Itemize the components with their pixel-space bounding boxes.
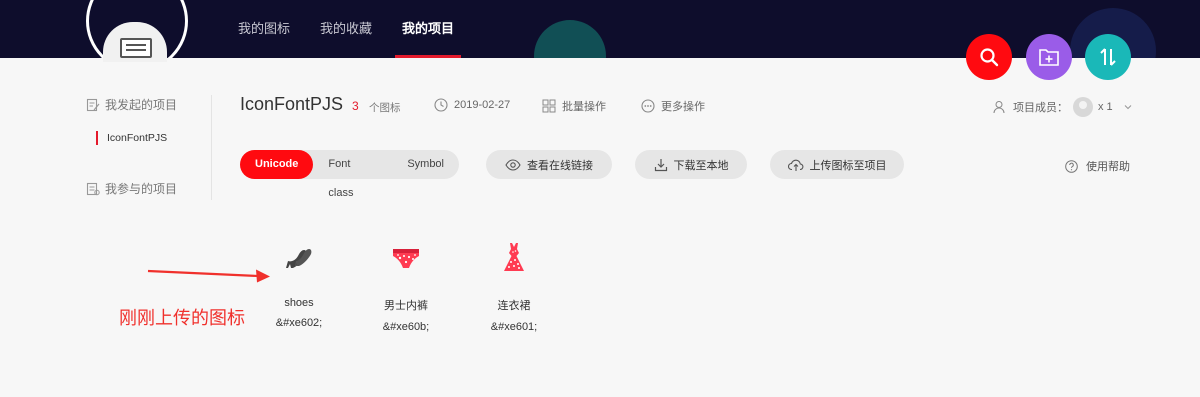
icon-card[interactable]: 男士内裤 &#xe60b;	[361, 238, 451, 333]
nav-item-my-icons[interactable]: 我的图标	[238, 0, 290, 58]
document-list-icon	[86, 182, 100, 195]
more-operations-button[interactable]: 更多操作	[641, 98, 705, 114]
more-dots-icon	[641, 99, 655, 113]
briefs-icon	[393, 249, 419, 268]
created-date: 2019-02-27	[434, 98, 510, 112]
tab-font-class[interactable]: Font class	[313, 150, 392, 199]
code-type-tabs: Unicode Font class Symbol	[240, 150, 459, 199]
grid-icon	[542, 99, 556, 113]
tab-unicode[interactable]: Unicode	[240, 150, 314, 179]
members-count: x 1	[1098, 101, 1113, 113]
sidebar-created-projects[interactable]: 我发起的项目	[86, 96, 177, 113]
download-label: 下载至本地	[673, 159, 729, 172]
search-button[interactable]	[966, 34, 1012, 80]
icon-card[interactable]: 连衣裙 &#xe601;	[469, 238, 559, 333]
annotation-arrow-icon	[147, 269, 270, 283]
icon-name: 男士内裤	[384, 300, 428, 312]
help-link[interactable]: 使用帮助	[1065, 158, 1130, 174]
icon-count: 3	[352, 99, 359, 113]
batch-operation-button[interactable]: 批量操作	[542, 98, 606, 114]
folder-add-icon	[1039, 49, 1059, 66]
eye-icon	[505, 158, 521, 171]
batch-operation-label: 批量操作	[562, 101, 606, 113]
dress-icon	[504, 243, 524, 271]
edit-document-icon	[86, 98, 100, 111]
chevron-down-icon	[1124, 105, 1132, 110]
icon-code: &#xe60b;	[382, 321, 430, 333]
help-label: 使用帮助	[1086, 161, 1130, 173]
created-date-text: 2019-02-27	[454, 99, 511, 111]
high-heel-shoes-icon	[286, 249, 312, 268]
add-project-button[interactable]	[1026, 34, 1072, 80]
sidebar-joined-projects[interactable]: 我参与的项目	[86, 180, 177, 197]
icon-name: 连衣裙	[497, 300, 531, 312]
upload-icons-button[interactable]: 上传图标至项目	[770, 150, 904, 179]
question-icon	[1065, 159, 1078, 173]
annotation-text: 刚刚上传的图标	[119, 308, 245, 328]
tab-symbol[interactable]: Symbol	[392, 150, 459, 179]
icon-count-label: 个图标	[369, 102, 401, 114]
nav-item-my-projects[interactable]: 我的项目	[395, 0, 462, 58]
view-online-link-button[interactable]: 查看在线链接	[486, 150, 612, 179]
decorative-circle	[534, 20, 606, 58]
member-avatar	[1073, 97, 1093, 117]
clock-icon	[434, 98, 448, 112]
top-navbar: 我的图标 我的收藏 我的项目	[0, 0, 1200, 58]
sort-arrows-icon	[1100, 48, 1116, 66]
more-operations-label: 更多操作	[661, 101, 705, 113]
search-icon	[980, 48, 999, 67]
nav-item-my-favorites[interactable]: 我的收藏	[320, 0, 372, 58]
user-icon	[993, 101, 1005, 114]
project-title: IconFontPJS	[240, 94, 344, 114]
project-members[interactable]: 项目成员： x 1	[993, 97, 1133, 117]
view-online-link-label: 查看在线链接	[527, 159, 593, 172]
icon-code: &#xe602;	[275, 317, 323, 329]
main-nav: 我的图标 我的收藏 我的项目	[238, 0, 484, 58]
download-icon	[654, 158, 667, 171]
icon-name: shoes	[284, 297, 314, 309]
sidebar-created-label: 我发起的项目	[105, 98, 178, 112]
members-label: 项目成员：	[1013, 102, 1068, 114]
download-button[interactable]: 下载至本地	[635, 150, 747, 179]
sidebar-joined-label: 我参与的项目	[105, 182, 178, 196]
icon-code: &#xe601;	[490, 321, 538, 333]
sort-button[interactable]	[1085, 34, 1131, 80]
upload-icons-label: 上传图标至项目	[809, 159, 887, 172]
sidebar-project-item[interactable]: IconFontPJS	[96, 131, 167, 145]
sidebar-divider	[211, 95, 212, 200]
cloud-upload-icon	[787, 159, 803, 171]
